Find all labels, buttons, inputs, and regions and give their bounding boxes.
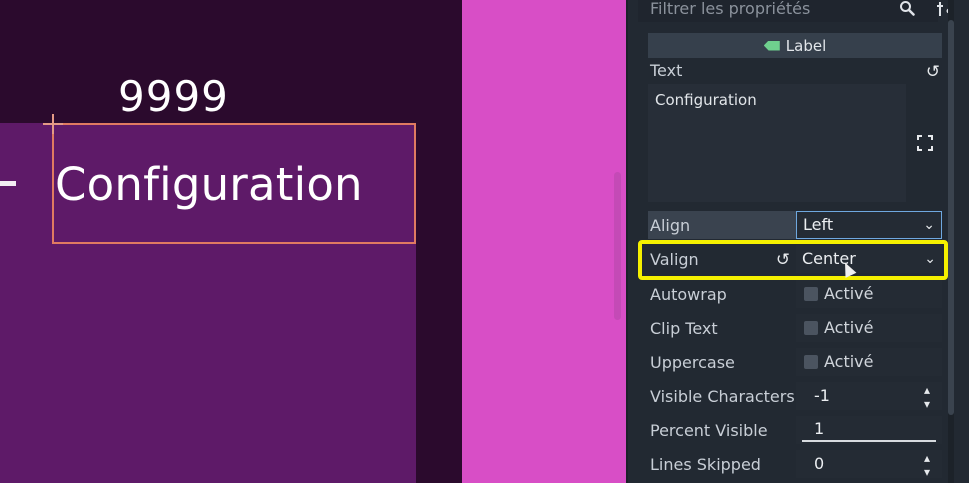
percent-visible-slider[interactable]: 1: [796, 416, 942, 444]
chevron-down-icon: ⌄: [923, 217, 935, 233]
checkbox-icon: [804, 321, 818, 335]
search-icon: [896, 0, 918, 22]
percent-visible-value: 1: [814, 419, 825, 438]
checkbox-label: Activé: [824, 284, 874, 303]
align-label: Align: [650, 216, 691, 235]
visible-characters-spinbox[interactable]: -1 ▴ ▾: [796, 382, 942, 411]
align-dropdown[interactable]: Left ⌄: [796, 211, 942, 239]
lines-skipped-label: Lines Skipped: [650, 455, 761, 474]
filter-properties-input[interactable]: Filtrer les propriétés: [638, 0, 938, 22]
label-tag-icon: [763, 40, 780, 51]
autowrap-checkbox[interactable]: Activé: [796, 280, 942, 308]
uppercase-checkbox[interactable]: Activé: [796, 348, 942, 376]
percent-visible-label: Percent Visible: [650, 421, 768, 440]
viewport-background-strip: [462, 0, 626, 483]
lines-skipped-spinbox[interactable]: 0 ▴ ▾: [796, 450, 942, 479]
checkbox-label: Activé: [824, 352, 874, 371]
inspector-panel: Filtrer les propriétés Label Text ↺ Conf…: [626, 0, 969, 483]
align-value: Left: [803, 215, 834, 234]
expand-icon[interactable]: [916, 135, 934, 153]
valign-highlight-annotation: [638, 240, 948, 280]
clip-text-checkbox[interactable]: Activé: [796, 314, 942, 342]
configuration-label-node[interactable]: Configuration: [55, 158, 363, 211]
pivot-handle[interactable]: [43, 114, 63, 134]
spin-arrows-icon[interactable]: ▴ ▾: [920, 382, 934, 411]
slider-fill: [802, 440, 936, 442]
text-value-area[interactable]: Configuration: [648, 84, 906, 202]
revert-icon[interactable]: ↺: [924, 63, 942, 81]
visible-characters-value: -1: [814, 386, 830, 405]
checkbox-icon: [804, 355, 818, 369]
checkbox-icon: [804, 287, 818, 301]
clip-text-label: Clip Text: [650, 319, 718, 338]
lines-skipped-value: 0: [814, 454, 825, 473]
screen: 9999 Configuration Filtrer les propriété…: [0, 0, 969, 483]
section-title: Label: [785, 36, 827, 55]
uppercase-label: Uppercase: [650, 353, 735, 372]
label-section-header[interactable]: Label: [648, 33, 942, 58]
inspector-scrollbar[interactable]: [948, 20, 954, 415]
spin-arrows-icon[interactable]: ▴ ▾: [920, 450, 934, 479]
counter-label: 9999: [118, 72, 229, 121]
visible-characters-label: Visible Characters: [650, 387, 795, 406]
checkbox-label: Activé: [824, 318, 874, 337]
viewport-scrollbar[interactable]: [614, 172, 621, 320]
text-property-label: Text: [650, 61, 683, 80]
partial-dash-text: [0, 181, 16, 186]
autowrap-label: Autowrap: [650, 285, 727, 304]
